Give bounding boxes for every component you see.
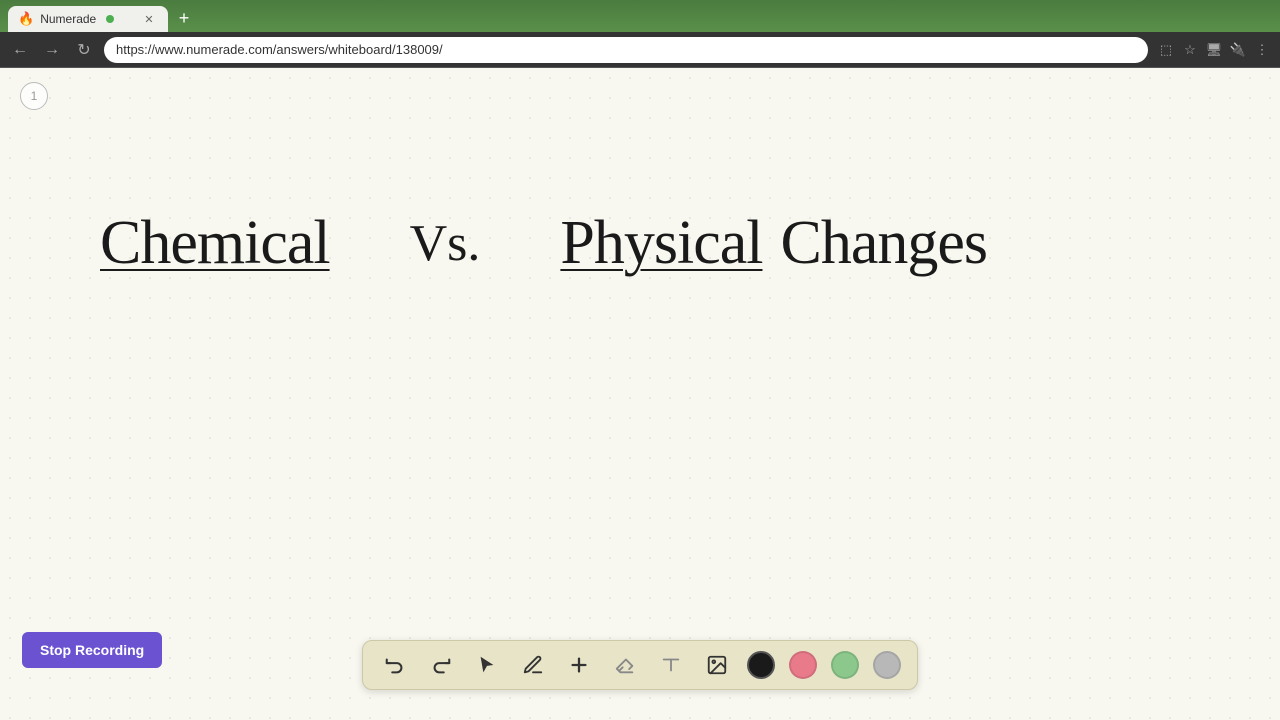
address-input[interactable] xyxy=(104,37,1148,63)
tab-favicon: 🔥 xyxy=(18,11,34,27)
stop-recording-button[interactable]: Stop Recording xyxy=(22,632,162,668)
tab-close-button[interactable]: ✕ xyxy=(142,12,156,26)
display-icon: 🖥 xyxy=(1204,40,1224,60)
eraser-button[interactable] xyxy=(609,649,641,681)
undo-button[interactable] xyxy=(379,649,411,681)
color-black[interactable] xyxy=(747,651,775,679)
forward-button[interactable]: → xyxy=(40,38,64,62)
extensions-icon[interactable]: 🔌 xyxy=(1228,40,1248,60)
select-tool-button[interactable] xyxy=(471,649,503,681)
address-bar-row: ← → ↻ ⬚ ☆ 🖥 🔌 ⋮ xyxy=(0,32,1280,68)
page-indicator: 1 xyxy=(20,82,48,110)
reload-button[interactable]: ↻ xyxy=(72,38,96,62)
pen-icon xyxy=(522,654,544,676)
browser-frame: 🔥 Numerade ✕ + ← → ↻ ⬚ ☆ 🖥 🔌 ⋮ 1 Chemica… xyxy=(0,0,1280,720)
text-tool-button[interactable] xyxy=(655,649,687,681)
text-icon xyxy=(660,654,682,676)
eraser-icon xyxy=(614,654,636,676)
new-tab-button[interactable]: + xyxy=(172,6,196,30)
back-button[interactable]: ← xyxy=(8,38,32,62)
plus-icon xyxy=(568,654,590,676)
title-physical: Physical xyxy=(560,208,762,279)
tab-title: Numerade xyxy=(40,12,96,26)
add-button[interactable] xyxy=(563,649,595,681)
undo-icon xyxy=(384,654,406,676)
browser-action-icons: ⬚ ☆ 🖥 🔌 ⋮ xyxy=(1156,40,1272,60)
color-green[interactable] xyxy=(831,651,859,679)
title-chemical: Chemical xyxy=(100,208,330,279)
tab-bar: 🔥 Numerade ✕ + xyxy=(0,0,1280,32)
title-changes: Changes xyxy=(781,208,988,279)
toolbar xyxy=(362,640,918,690)
pen-tool-button[interactable] xyxy=(517,649,549,681)
bookmark-icon[interactable]: ☆ xyxy=(1180,40,1200,60)
title-vs: Vs. xyxy=(410,214,481,273)
color-gray[interactable] xyxy=(873,651,901,679)
whiteboard[interactable]: 1 Chemical Vs. Physical Changes Stop Rec… xyxy=(0,68,1280,720)
tab-indicator xyxy=(106,15,114,23)
redo-icon xyxy=(430,654,452,676)
image-button[interactable] xyxy=(701,649,733,681)
menu-icon[interactable]: ⋮ xyxy=(1252,40,1272,60)
image-icon xyxy=(706,654,728,676)
whiteboard-title: Chemical Vs. Physical Changes xyxy=(100,208,1200,279)
redo-button[interactable] xyxy=(425,649,457,681)
cast-icon: ⬚ xyxy=(1156,40,1176,60)
active-tab[interactable]: 🔥 Numerade ✕ xyxy=(8,6,168,32)
color-pink[interactable] xyxy=(789,651,817,679)
cursor-icon xyxy=(476,654,498,676)
